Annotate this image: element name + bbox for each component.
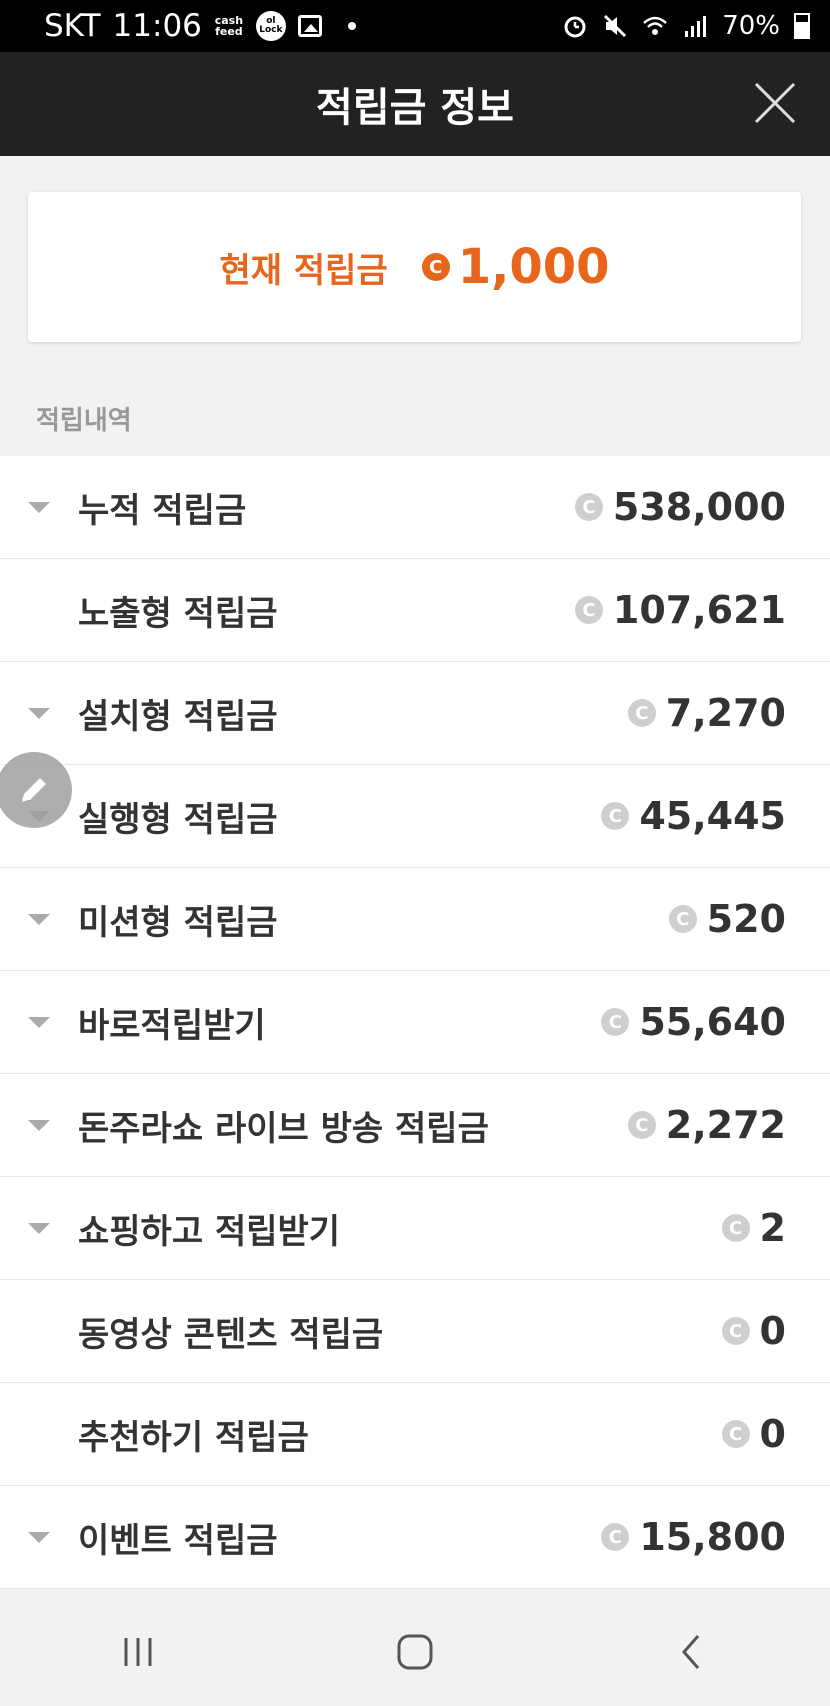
coin-icon: C bbox=[601, 802, 630, 830]
home-button[interactable] bbox=[385, 1622, 445, 1682]
coin-icon: C bbox=[421, 253, 450, 281]
list-item-label: 이벤트 적립금 bbox=[78, 1520, 278, 1561]
coin-icon: C bbox=[601, 1008, 630, 1036]
list-item-value: 7,270 bbox=[665, 691, 786, 735]
list-item-value: 45,445 bbox=[639, 794, 786, 838]
list-item[interactable]: 미션형 적립금 C 520 bbox=[0, 868, 830, 971]
list-item-amount: C 538,000 bbox=[574, 485, 786, 529]
list-item-label: 설치형 적립금 bbox=[78, 696, 278, 737]
cashfeed-icon: cash feed bbox=[214, 14, 244, 38]
coin-icon: C bbox=[574, 596, 603, 624]
coin-icon: C bbox=[721, 1214, 750, 1242]
carrier: SKT bbox=[44, 8, 101, 44]
expand-caret-icon[interactable] bbox=[28, 1017, 50, 1028]
list-item-value: 538,000 bbox=[612, 485, 786, 529]
list-item-label: 실행형 적립금 bbox=[78, 799, 278, 840]
dot-icon bbox=[347, 22, 356, 30]
list-item-label: 미션형 적립금 bbox=[78, 902, 278, 943]
battery-icon bbox=[794, 13, 810, 39]
expand-caret-icon[interactable] bbox=[28, 1532, 50, 1543]
list-item[interactable]: 누적 적립금 C 538,000 bbox=[0, 456, 830, 559]
list-item-amount: C 45,445 bbox=[601, 794, 786, 838]
list-item-value: 55,640 bbox=[639, 1000, 786, 1044]
list-item[interactable]: 설치형 적립금 C 7,270 bbox=[0, 662, 830, 765]
list-item-label: 돈주라쇼 라이브 방송 적립금 bbox=[78, 1108, 489, 1149]
close-icon[interactable] bbox=[750, 78, 800, 128]
home-icon bbox=[397, 1634, 433, 1670]
list-item-amount: C 2,272 bbox=[627, 1103, 786, 1147]
coin-icon: C bbox=[721, 1420, 750, 1448]
system-nav-bar bbox=[0, 1598, 830, 1706]
coin-icon: C bbox=[627, 1111, 656, 1139]
alarm-icon bbox=[564, 16, 586, 38]
coin-icon: C bbox=[668, 905, 697, 933]
history-section-title: 적립내역 bbox=[36, 406, 132, 436]
page-title: 적립금 정보 bbox=[316, 85, 514, 131]
mute-icon bbox=[604, 14, 627, 38]
list-item-value: 2,272 bbox=[665, 1103, 786, 1147]
expand-caret-icon[interactable] bbox=[28, 914, 50, 925]
list-item: 동영상 콘텐츠 적립금 C 0 bbox=[0, 1280, 830, 1383]
list-item[interactable]: 쇼핑하고 적립받기 C 2 bbox=[0, 1177, 830, 1280]
list-item-value: 0 bbox=[759, 1309, 786, 1353]
wifi-icon bbox=[643, 16, 668, 35]
list-item[interactable]: 돈주라쇼 라이브 방송 적립금 C 2,272 bbox=[0, 1074, 830, 1177]
signal-icon bbox=[685, 16, 707, 37]
list-item-label: 동영상 콘텐츠 적립금 bbox=[78, 1314, 384, 1355]
list-item-amount: C 520 bbox=[668, 897, 786, 941]
current-points-label: 현재 적립금 bbox=[219, 250, 388, 291]
list-item-amount: C2 bbox=[721, 1206, 786, 1250]
back-icon bbox=[681, 1635, 699, 1669]
list-item-amount: C0 bbox=[721, 1309, 786, 1353]
current-points-card: 현재 적립금 C 1,000 bbox=[28, 192, 801, 342]
list-item-amount: C 7,270 bbox=[627, 691, 786, 735]
list-item-value: 107,621 bbox=[612, 588, 786, 632]
expand-caret-icon[interactable] bbox=[28, 708, 50, 719]
list-item[interactable]: 실행형 적립금 C 45,445 bbox=[0, 765, 830, 868]
back-button[interactable] bbox=[662, 1622, 722, 1682]
battery-percent: 70% bbox=[722, 11, 780, 41]
list-item-label: 추천하기 적립금 bbox=[78, 1417, 309, 1458]
list-item[interactable]: 바로적립받기 C 55,640 bbox=[0, 971, 830, 1074]
list-item-value: 2 bbox=[759, 1206, 786, 1250]
coin-icon: C bbox=[721, 1317, 750, 1345]
image-icon bbox=[297, 15, 322, 37]
coin-icon: C bbox=[574, 493, 603, 521]
list-item-label: 바로적립받기 bbox=[78, 1005, 266, 1046]
list-item-value: 0 bbox=[759, 1412, 786, 1456]
clock: 11:06 bbox=[112, 8, 202, 44]
list-item-amount: C 107,621 bbox=[574, 588, 786, 632]
list-item: 추천하기 적립금 C 0 bbox=[0, 1383, 830, 1486]
list-item-amount: C 55,640 bbox=[601, 1000, 786, 1044]
expand-caret-icon[interactable] bbox=[28, 502, 50, 513]
list-item-label: 쇼핑하고 적립받기 bbox=[78, 1211, 341, 1252]
list-item-amount: C 15,800 bbox=[601, 1515, 786, 1559]
current-points-value: 1,000 bbox=[457, 239, 610, 295]
points-history-list: 누적 적립금 C 538,000 노출형 적립금 C 107,621 설치형 적립금 C 7,2… bbox=[0, 456, 830, 1589]
list-item-label: 노출형 적립금 bbox=[78, 593, 278, 634]
expand-caret-icon[interactable] bbox=[28, 1223, 50, 1234]
coin-icon: C bbox=[601, 1523, 630, 1551]
list-item-value: 15,800 bbox=[639, 1515, 786, 1559]
app-header: 적립금 정보 bbox=[0, 52, 830, 156]
list-item[interactable]: 이벤트 적립금 C 15,800 bbox=[0, 1486, 830, 1589]
lock-app-icon: ol Lock bbox=[255, 11, 286, 41]
list-item-label: 누적 적립금 bbox=[78, 490, 247, 531]
coin-icon: C bbox=[627, 699, 656, 727]
recent-apps-icon bbox=[124, 1638, 152, 1666]
list-item-value: 520 bbox=[706, 897, 786, 941]
pencil-icon bbox=[22, 778, 46, 802]
status-bar: SKT 11:06 cash feed ol Lock 70% bbox=[0, 0, 830, 52]
expand-caret-icon[interactable] bbox=[28, 1120, 50, 1131]
recent-apps-button[interactable] bbox=[108, 1622, 168, 1682]
list-item-amount: C0 bbox=[721, 1412, 786, 1456]
list-item: 노출형 적립금 C 107,621 bbox=[0, 559, 830, 662]
